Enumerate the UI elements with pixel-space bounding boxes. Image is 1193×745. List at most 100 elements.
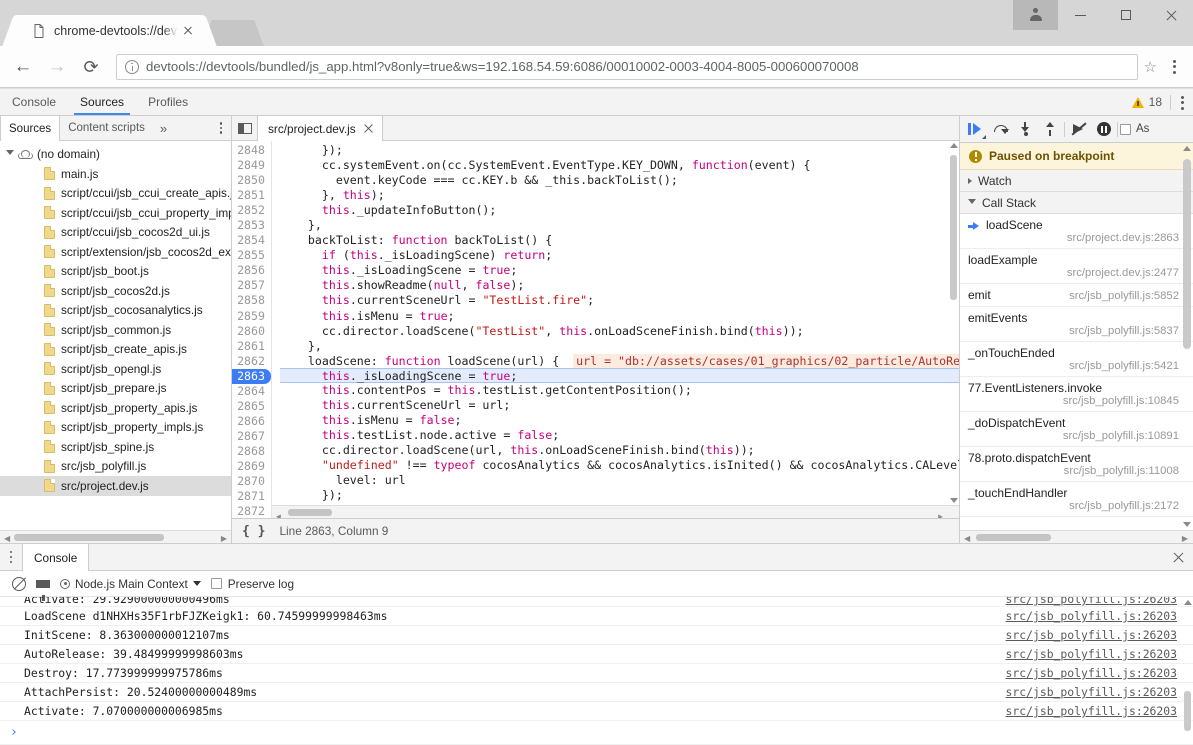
line-number[interactable]: 2852 [232, 203, 271, 218]
editor-tab-project-dev[interactable]: src/project.dev.js [258, 116, 383, 141]
file-tree-item[interactable]: script/jsb_property_impls.js [0, 418, 231, 438]
code-line[interactable]: cc.director.loadScene("TestList", this.o… [280, 324, 959, 339]
section-call-stack[interactable]: Call Stack [960, 192, 1193, 214]
line-number[interactable]: 2860 [232, 324, 271, 339]
line-number[interactable]: 2853 [232, 218, 271, 233]
code-line[interactable]: this.currentSceneUrl = "TestList.fire"; [280, 293, 959, 308]
code-line[interactable]: event.keyCode === cc.KEY.b && _this.back… [280, 173, 959, 188]
tab-sources[interactable]: Sources [68, 89, 136, 115]
step-out-button[interactable] [1039, 118, 1062, 141]
line-number[interactable]: 2850 [232, 173, 271, 188]
code-horizontal-scrollbar[interactable]: ◀ ▶ [272, 505, 959, 518]
line-number[interactable]: 2872 [232, 504, 271, 518]
line-number[interactable]: 2849 [232, 158, 271, 173]
new-tab-button[interactable] [214, 20, 252, 46]
line-number[interactable]: 2861 [232, 339, 271, 354]
line-number[interactable]: 2858 [232, 293, 271, 308]
line-number[interactable]: 2848 [232, 143, 271, 158]
file-tree-item[interactable]: src/project.dev.js [0, 476, 231, 496]
step-into-button[interactable] [1014, 118, 1037, 141]
code-line[interactable]: this.showReadme(null, false); [280, 278, 959, 293]
debugger-vertical-scrollbar[interactable] [1181, 143, 1193, 530]
line-number[interactable]: 2857 [232, 278, 271, 293]
pause-on-exceptions-button[interactable] [1092, 118, 1115, 141]
resume-button[interactable] [964, 118, 987, 141]
console-message-source-link[interactable]: src/jsb_polyfill.js:26203 [1006, 628, 1193, 642]
checkbox-icon[interactable] [211, 578, 222, 589]
console-message-list[interactable]: Activate: 29.929000000000496mssrc/jsb_po… [0, 597, 1193, 745]
navigator-tab-sources[interactable]: Sources [0, 116, 60, 141]
code-line[interactable]: if (this._isLoadingScene) return; [280, 248, 959, 263]
code-line[interactable]: this.currentSceneUrl = url; [280, 398, 959, 413]
code-vertical-scrollbar[interactable] [948, 141, 959, 505]
code-line[interactable]: "undefined" !== typeof cocosAnalytics &&… [280, 458, 959, 473]
site-info-icon[interactable] [125, 60, 139, 74]
browser-menu-button[interactable] [1163, 54, 1185, 80]
code-line[interactable]: this._isLoadingScene = true; [280, 263, 959, 278]
code-line-executing[interactable]: this._isLoadingScene = true; [280, 368, 959, 383]
code-line[interactable]: cc.director.loadScene(url, this.onLoadSc… [280, 443, 959, 458]
console-message-source-link[interactable]: src/jsb_polyfill.js:26203 [1006, 647, 1193, 661]
call-stack-frame[interactable]: loadScenesrc/project.dev.js:2863 [960, 214, 1193, 249]
close-icon[interactable] [363, 123, 374, 134]
maximize-button[interactable] [1103, 0, 1148, 30]
file-tree-item[interactable]: script/jsb_prepare.js [0, 379, 231, 399]
drawer-close-button[interactable] [1163, 544, 1193, 570]
call-stack-frame[interactable]: loadExamplesrc/project.dev.js:2477 [960, 249, 1193, 284]
tab-console[interactable]: Console [0, 89, 68, 115]
line-number[interactable]: 2854 [232, 233, 271, 248]
code-line[interactable]: loadScene: function loadScene(url) { url… [280, 354, 959, 369]
debugger-horizontal-scrollbar[interactable]: ◀ ▶ [960, 530, 1193, 543]
code-line[interactable]: }, [280, 339, 959, 354]
call-stack-frame[interactable]: _doDispatchEventsrc/jsb_polyfill.js:1089… [960, 412, 1193, 447]
file-tree-item[interactable]: src/jsb_polyfill.js [0, 457, 231, 477]
call-stack-frame[interactable]: 78.proto.dispatchEventsrc/jsb_polyfill.j… [960, 447, 1193, 482]
file-tree-item[interactable]: script/jsb_cocosanalytics.js [0, 301, 231, 321]
section-watch[interactable]: Watch [960, 170, 1193, 192]
call-stack-frame[interactable]: _touchEndHandlersrc/jsb_polyfill.js:2172 [960, 482, 1193, 517]
async-checkbox[interactable]: As [1120, 123, 1149, 135]
line-number[interactable]: 2851 [232, 188, 271, 203]
window-close-button[interactable] [1148, 0, 1193, 30]
code-line[interactable]: this.isMenu = false; [280, 413, 959, 428]
line-number[interactable]: 2867 [232, 429, 271, 444]
code-line[interactable]: level: url [280, 473, 959, 488]
line-number[interactable]: 2859 [232, 309, 271, 324]
line-number-gutter[interactable]: 2848284928502851285228532854285528562857… [232, 141, 272, 518]
file-tree-item[interactable]: script/jsb_spine.js [0, 437, 231, 457]
warning-counter[interactable]: 18 [1124, 89, 1170, 115]
devtools-menu-button[interactable] [1171, 89, 1193, 116]
file-tree-item[interactable]: script/extension/jsb_cocos2d_ext [0, 242, 231, 262]
line-number[interactable]: 2855 [232, 248, 271, 263]
code-line[interactable]: this._updateInfoButton(); [280, 203, 959, 218]
back-button[interactable]: ← [8, 52, 38, 82]
call-stack-frame[interactable]: emitEventssrc/jsb_polyfill.js:5837 [960, 307, 1193, 342]
line-number[interactable]: 2866 [232, 414, 271, 429]
line-number[interactable]: 2868 [232, 444, 271, 459]
console-prompt[interactable]: › [0, 721, 1193, 745]
code-line[interactable]: this.isMenu = true; [280, 309, 959, 324]
console-vertical-scrollbar[interactable] [1182, 597, 1193, 745]
clear-console-icon[interactable] [12, 577, 26, 591]
code-line[interactable]: }, [280, 218, 959, 233]
tab-profiles[interactable]: Profiles [136, 89, 200, 115]
navigator-tab-content-scripts[interactable]: Content scripts [60, 116, 153, 140]
preserve-log-checkbox[interactable]: Preserve log [211, 577, 294, 591]
file-tree-item[interactable]: main.js [0, 164, 231, 184]
file-tree-item[interactable]: script/ccui/jsb_cocos2d_ui.js [0, 223, 231, 243]
navigator-menu-button[interactable] [211, 116, 231, 140]
console-message-source-link[interactable]: src/jsb_polyfill.js:26203 [1006, 704, 1193, 718]
file-tree-item[interactable]: script/ccui/jsb_ccui_create_apis.js [0, 184, 231, 204]
code-line[interactable]: this.contentPos = this.testList.getConte… [280, 383, 959, 398]
tree-root-no-domain[interactable]: (no domain) [0, 144, 231, 164]
profile-avatar-button[interactable] [1013, 0, 1058, 30]
pretty-print-braces-icon[interactable]: { } [242, 524, 265, 539]
file-tree-item[interactable]: script/jsb_cocos2d.js [0, 281, 231, 301]
code-line[interactable]: this.testList.node.active = false; [280, 428, 959, 443]
code-line[interactable]: }); [280, 143, 959, 158]
bookmark-star-icon[interactable]: ☆ [1144, 58, 1157, 76]
line-number[interactable]: 2871 [232, 489, 271, 504]
code-view[interactable]: 2848284928502851285228532854285528562857… [232, 141, 959, 518]
address-bar[interactable]: devtools://devtools/bundled/js_app.html?… [116, 54, 1138, 80]
code-content[interactable]: }); cc.systemEvent.on(cc.SystemEvent.Eve… [272, 141, 959, 518]
